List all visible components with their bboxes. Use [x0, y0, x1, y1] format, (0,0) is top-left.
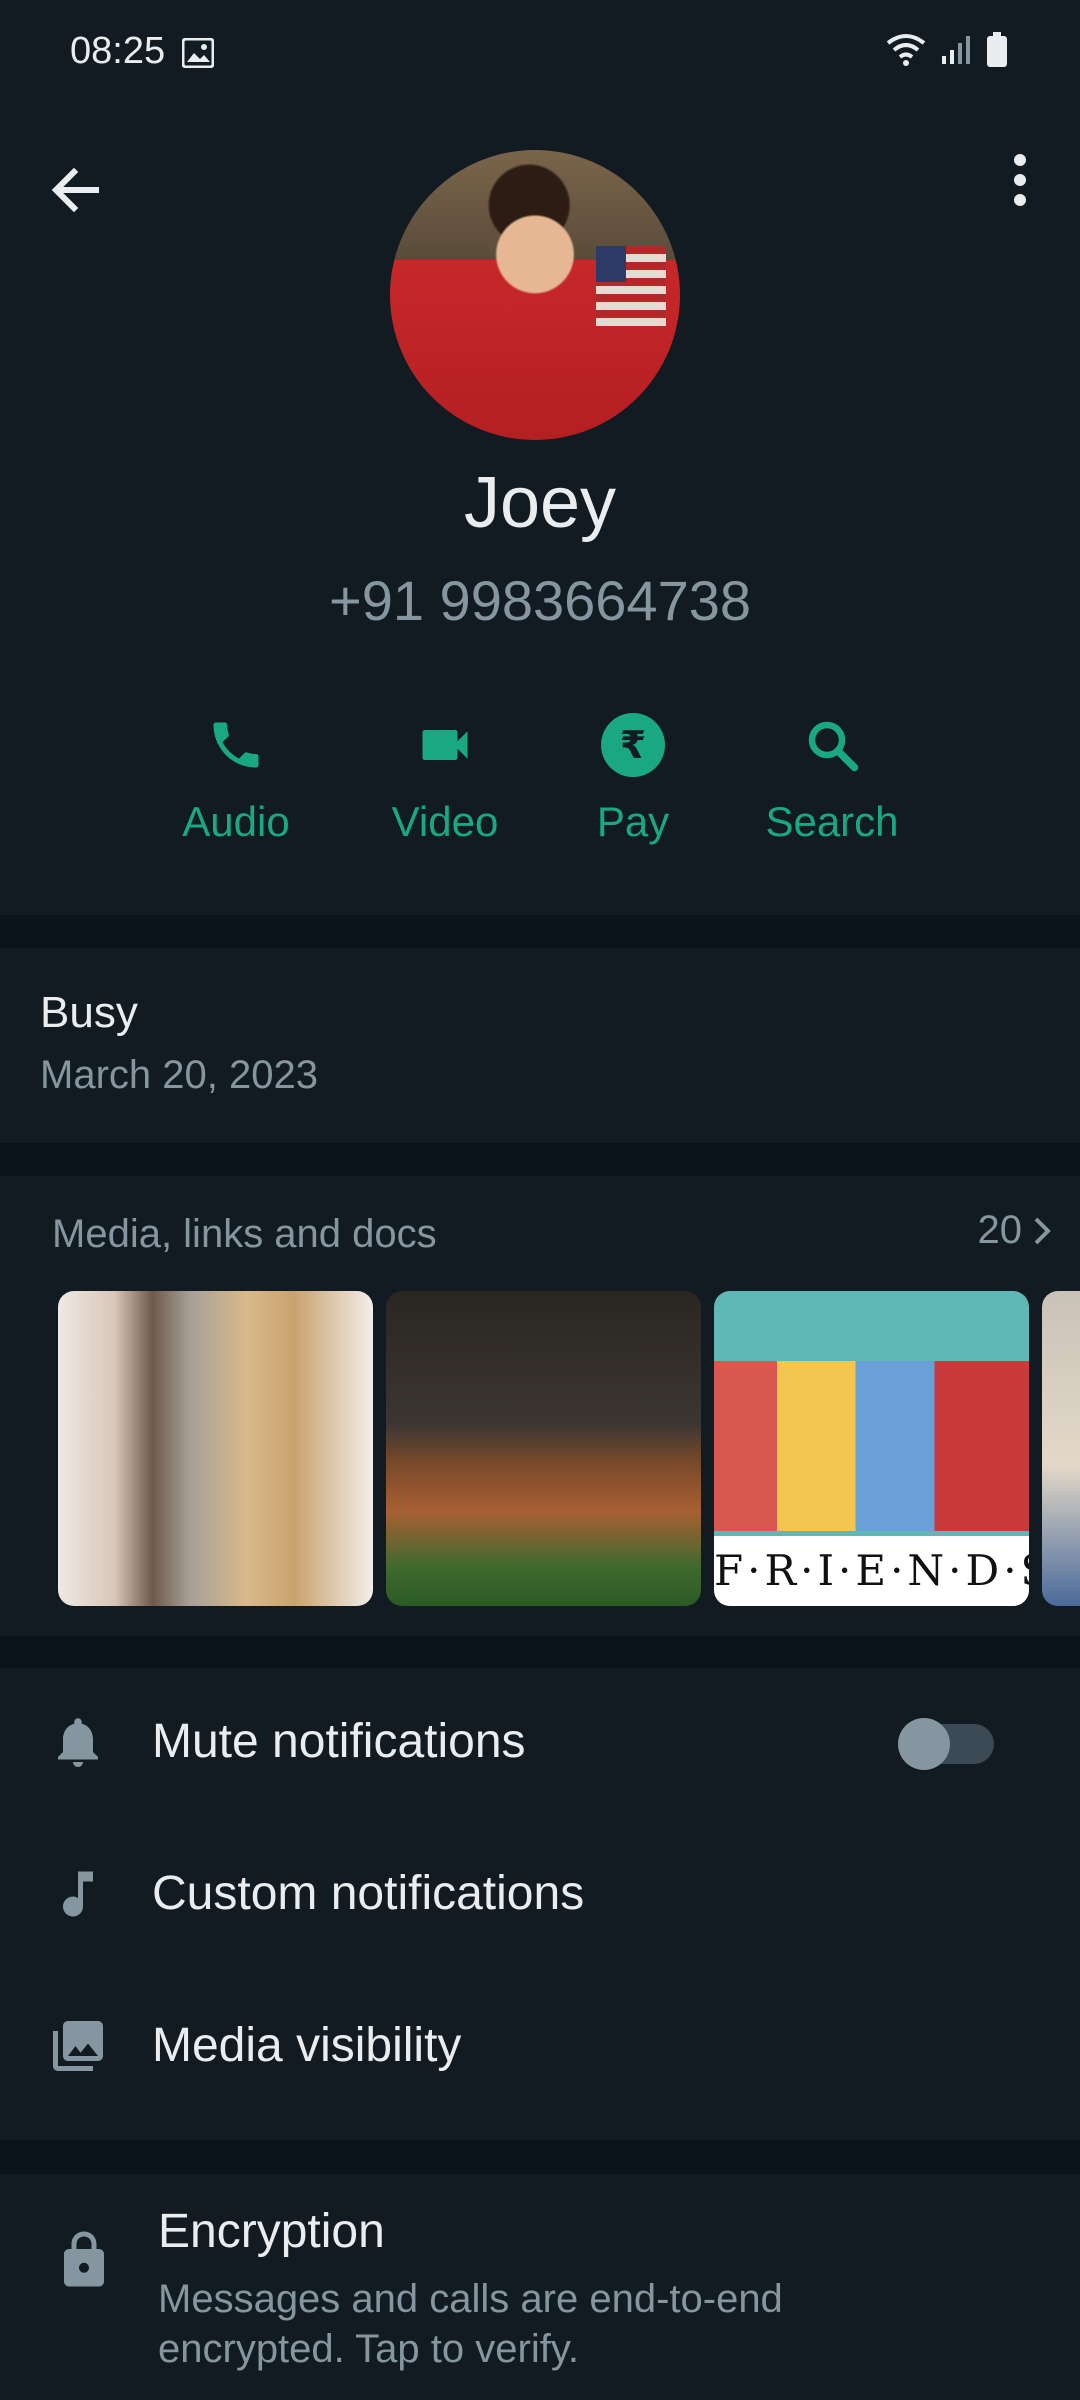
mute-notifications-toggle[interactable]: [898, 1718, 994, 1770]
media-visibility-row[interactable]: Media visibility: [0, 1972, 1080, 2122]
gallery-icon: [53, 2021, 103, 2071]
phone-icon: [213, 722, 259, 768]
back-arrow-icon[interactable]: [48, 160, 108, 220]
status-bar: 08:25: [0, 0, 1080, 110]
wifi-icon: [886, 34, 926, 66]
contact-phone: +91 9983664738: [329, 569, 751, 632]
status-time: 08:25: [70, 30, 166, 72]
about-section[interactable]: Busy March 20, 2023: [0, 948, 1080, 1143]
media-count-link[interactable]: 20: [978, 1208, 1053, 1253]
custom-notifications-row[interactable]: Custom notifications: [0, 1820, 1080, 1970]
music-note-icon: [63, 1871, 93, 1917]
gallery-notification-icon: [182, 38, 214, 68]
mute-notifications-row[interactable]: Mute notifications: [0, 1668, 1080, 1818]
chevron-right-icon: [1034, 1217, 1051, 1244]
search-button[interactable]: Search: [742, 700, 922, 846]
signal-icon: [942, 36, 970, 64]
about-date: March 20, 2023: [40, 1053, 318, 1097]
encryption-row[interactable]: Encryption Messages and calls are end-to…: [0, 2174, 1080, 2400]
notification-settings-section: Mute notifications Custom notifications …: [0, 1668, 1080, 2140]
video-call-button[interactable]: Video: [355, 700, 535, 846]
audio-label: Audio: [182, 798, 290, 845]
bell-icon: [58, 1718, 98, 1767]
video-label: Video: [391, 798, 499, 845]
mute-notifications-label: Mute notifications: [152, 1715, 526, 1768]
encryption-subtitle: Messages and calls are end-to-end encryp…: [158, 2277, 783, 2371]
video-icon: [422, 730, 468, 760]
encryption-title: Encryption: [158, 2205, 385, 2258]
media-count: 20: [977, 1208, 1023, 1252]
search-icon: [808, 721, 859, 772]
svg-text:₹: ₹: [620, 723, 646, 767]
search-label: Search: [765, 798, 899, 845]
media-visibility-label: Media visibility: [152, 2019, 462, 2072]
rupee-icon: ₹: [601, 713, 665, 777]
media-thumbnail[interactable]: [386, 1291, 701, 1606]
system-icons: [886, 32, 1008, 68]
contact-name: Joey: [463, 463, 617, 543]
media-title[interactable]: Media, links and docs: [52, 1212, 437, 1257]
pay-label: Pay: [596, 798, 670, 845]
action-buttons: Audio Video ₹ Pay Search: [0, 700, 1080, 870]
media-section: Media, links and docs 20 F·R·I·E·N·D·S: [0, 1176, 1080, 1636]
custom-notifications-label: Custom notifications: [152, 1867, 585, 1920]
more-options-icon[interactable]: [1000, 150, 1040, 210]
audio-call-button[interactable]: Audio: [146, 700, 326, 846]
media-thumbnail[interactable]: F·R·I·E·N·D·S: [714, 1291, 1029, 1606]
about-status: Busy: [40, 988, 138, 1037]
pay-button[interactable]: ₹ Pay: [543, 700, 723, 846]
media-thumbnail[interactable]: [58, 1291, 373, 1606]
battery-icon: [987, 32, 1007, 67]
media-thumbnail[interactable]: [1042, 1291, 1080, 1606]
lock-icon: [64, 2231, 104, 2287]
profile-avatar[interactable]: [390, 150, 680, 440]
